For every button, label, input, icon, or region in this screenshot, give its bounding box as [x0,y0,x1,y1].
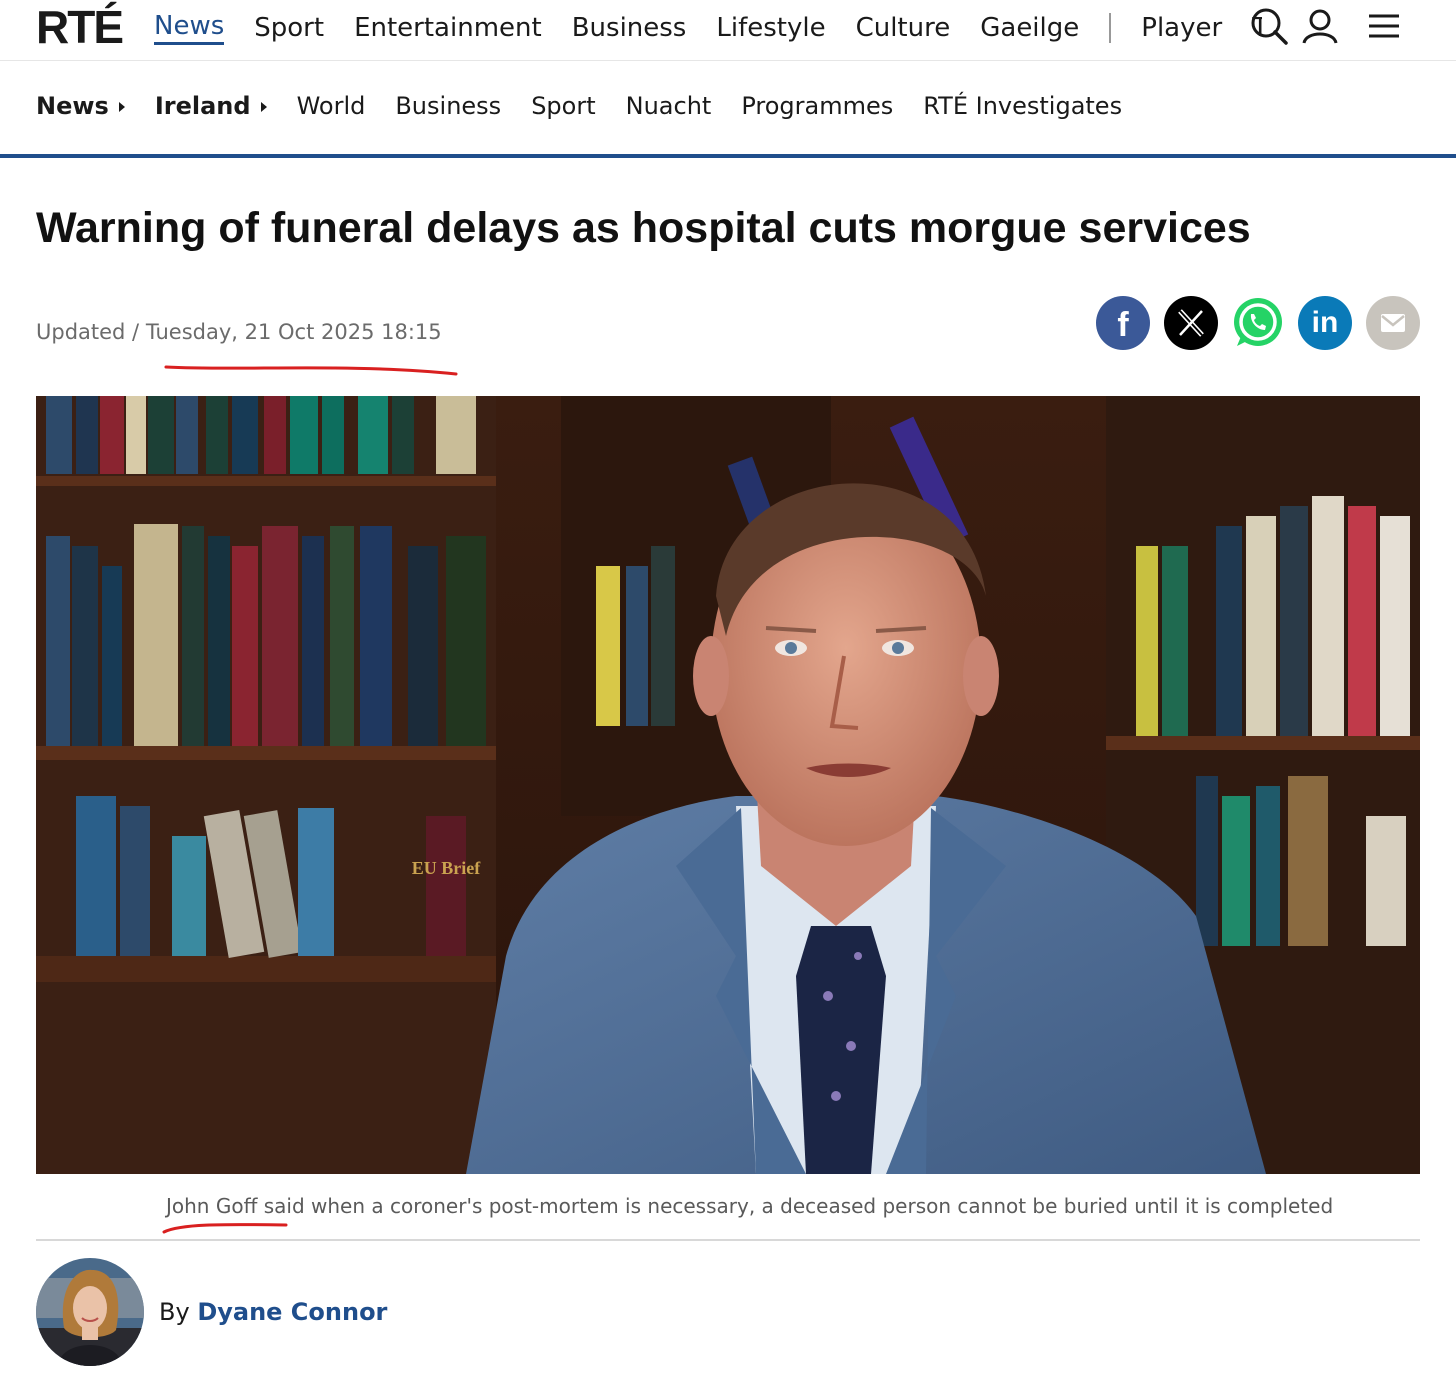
author-avatar[interactable] [36,1258,144,1366]
top-nav-player[interactable]: Player [1141,12,1222,44]
top-nav-lifestyle[interactable]: Lifestyle [716,12,825,44]
author-name-link[interactable]: Dyane Connor [197,1298,387,1326]
facebook-icon[interactable]: f [1096,296,1150,350]
section-nav-programmes[interactable]: Programmes [741,92,893,120]
eu-brief-book-label: EU Brief [412,858,481,878]
section-nav-items: News Ireland World Business Sport Nuacht… [36,92,1152,120]
section-nav-ireland-label: Ireland [154,92,251,120]
top-navigation: RTÉ News Sport Entertainment Business Li… [0,0,1456,61]
article-timestamp: Updated / Tuesday, 21 Oct 2025 18:15 [36,320,442,344]
photo-illustration: EU Brief [36,396,1420,1174]
caret-right-icon [260,102,267,112]
section-nav-ireland[interactable]: Ireland [155,92,267,120]
section-nav-business[interactable]: Business [395,92,501,120]
search-icon[interactable] [1249,6,1289,46]
section-navigation: News Ireland World Business Sport Nuacht… [0,62,1456,158]
byline-prefix: By [159,1298,190,1326]
section-nav-nuacht[interactable]: Nuacht [626,92,712,120]
account-icon[interactable] [1300,6,1340,46]
section-nav-sport[interactable]: Sport [531,92,595,120]
email-icon[interactable] [1366,296,1420,350]
linkedin-icon[interactable]: in [1298,296,1352,350]
updated-date: Tuesday, 21 Oct 2025 18:15 [145,320,442,344]
author-byline: By Dyane Connor [159,1298,387,1326]
article-photo: EU Brief [36,396,1420,1174]
section-nav-news[interactable]: News [36,92,125,120]
section-nav-rte-investigates[interactable]: RTÉ Investigates [923,92,1122,120]
caret-right-icon [118,102,125,112]
content-divider [36,1239,1420,1241]
section-nav-world[interactable]: World [297,92,366,120]
menu-icon[interactable] [1366,6,1406,46]
x-icon[interactable] [1164,296,1218,350]
top-nav-sport[interactable]: Sport [254,12,324,44]
top-nav-business[interactable]: Business [572,12,687,44]
article-headline: Warning of funeral delays as hospital cu… [36,204,1251,252]
photo-caption: John Goff said when a coroner's post-mor… [166,1194,1334,1218]
top-nav-links: News Sport Entertainment Business Lifest… [154,10,1284,45]
red-underline-annotation [164,365,458,376]
top-nav-entertainment[interactable]: Entertainment [354,12,542,44]
updated-label: Updated / [36,320,140,344]
red-underline-annotation [162,1223,288,1234]
whatsapp-icon[interactable] [1231,296,1285,350]
section-nav-news-label: News [36,92,109,120]
top-nav-news[interactable]: News [154,10,225,45]
top-nav-gaeilge[interactable]: Gaeilge [980,12,1079,44]
rte-logo[interactable]: RTÉ [36,2,124,52]
top-nav-culture[interactable]: Culture [856,12,951,44]
nav-divider [1109,12,1112,43]
